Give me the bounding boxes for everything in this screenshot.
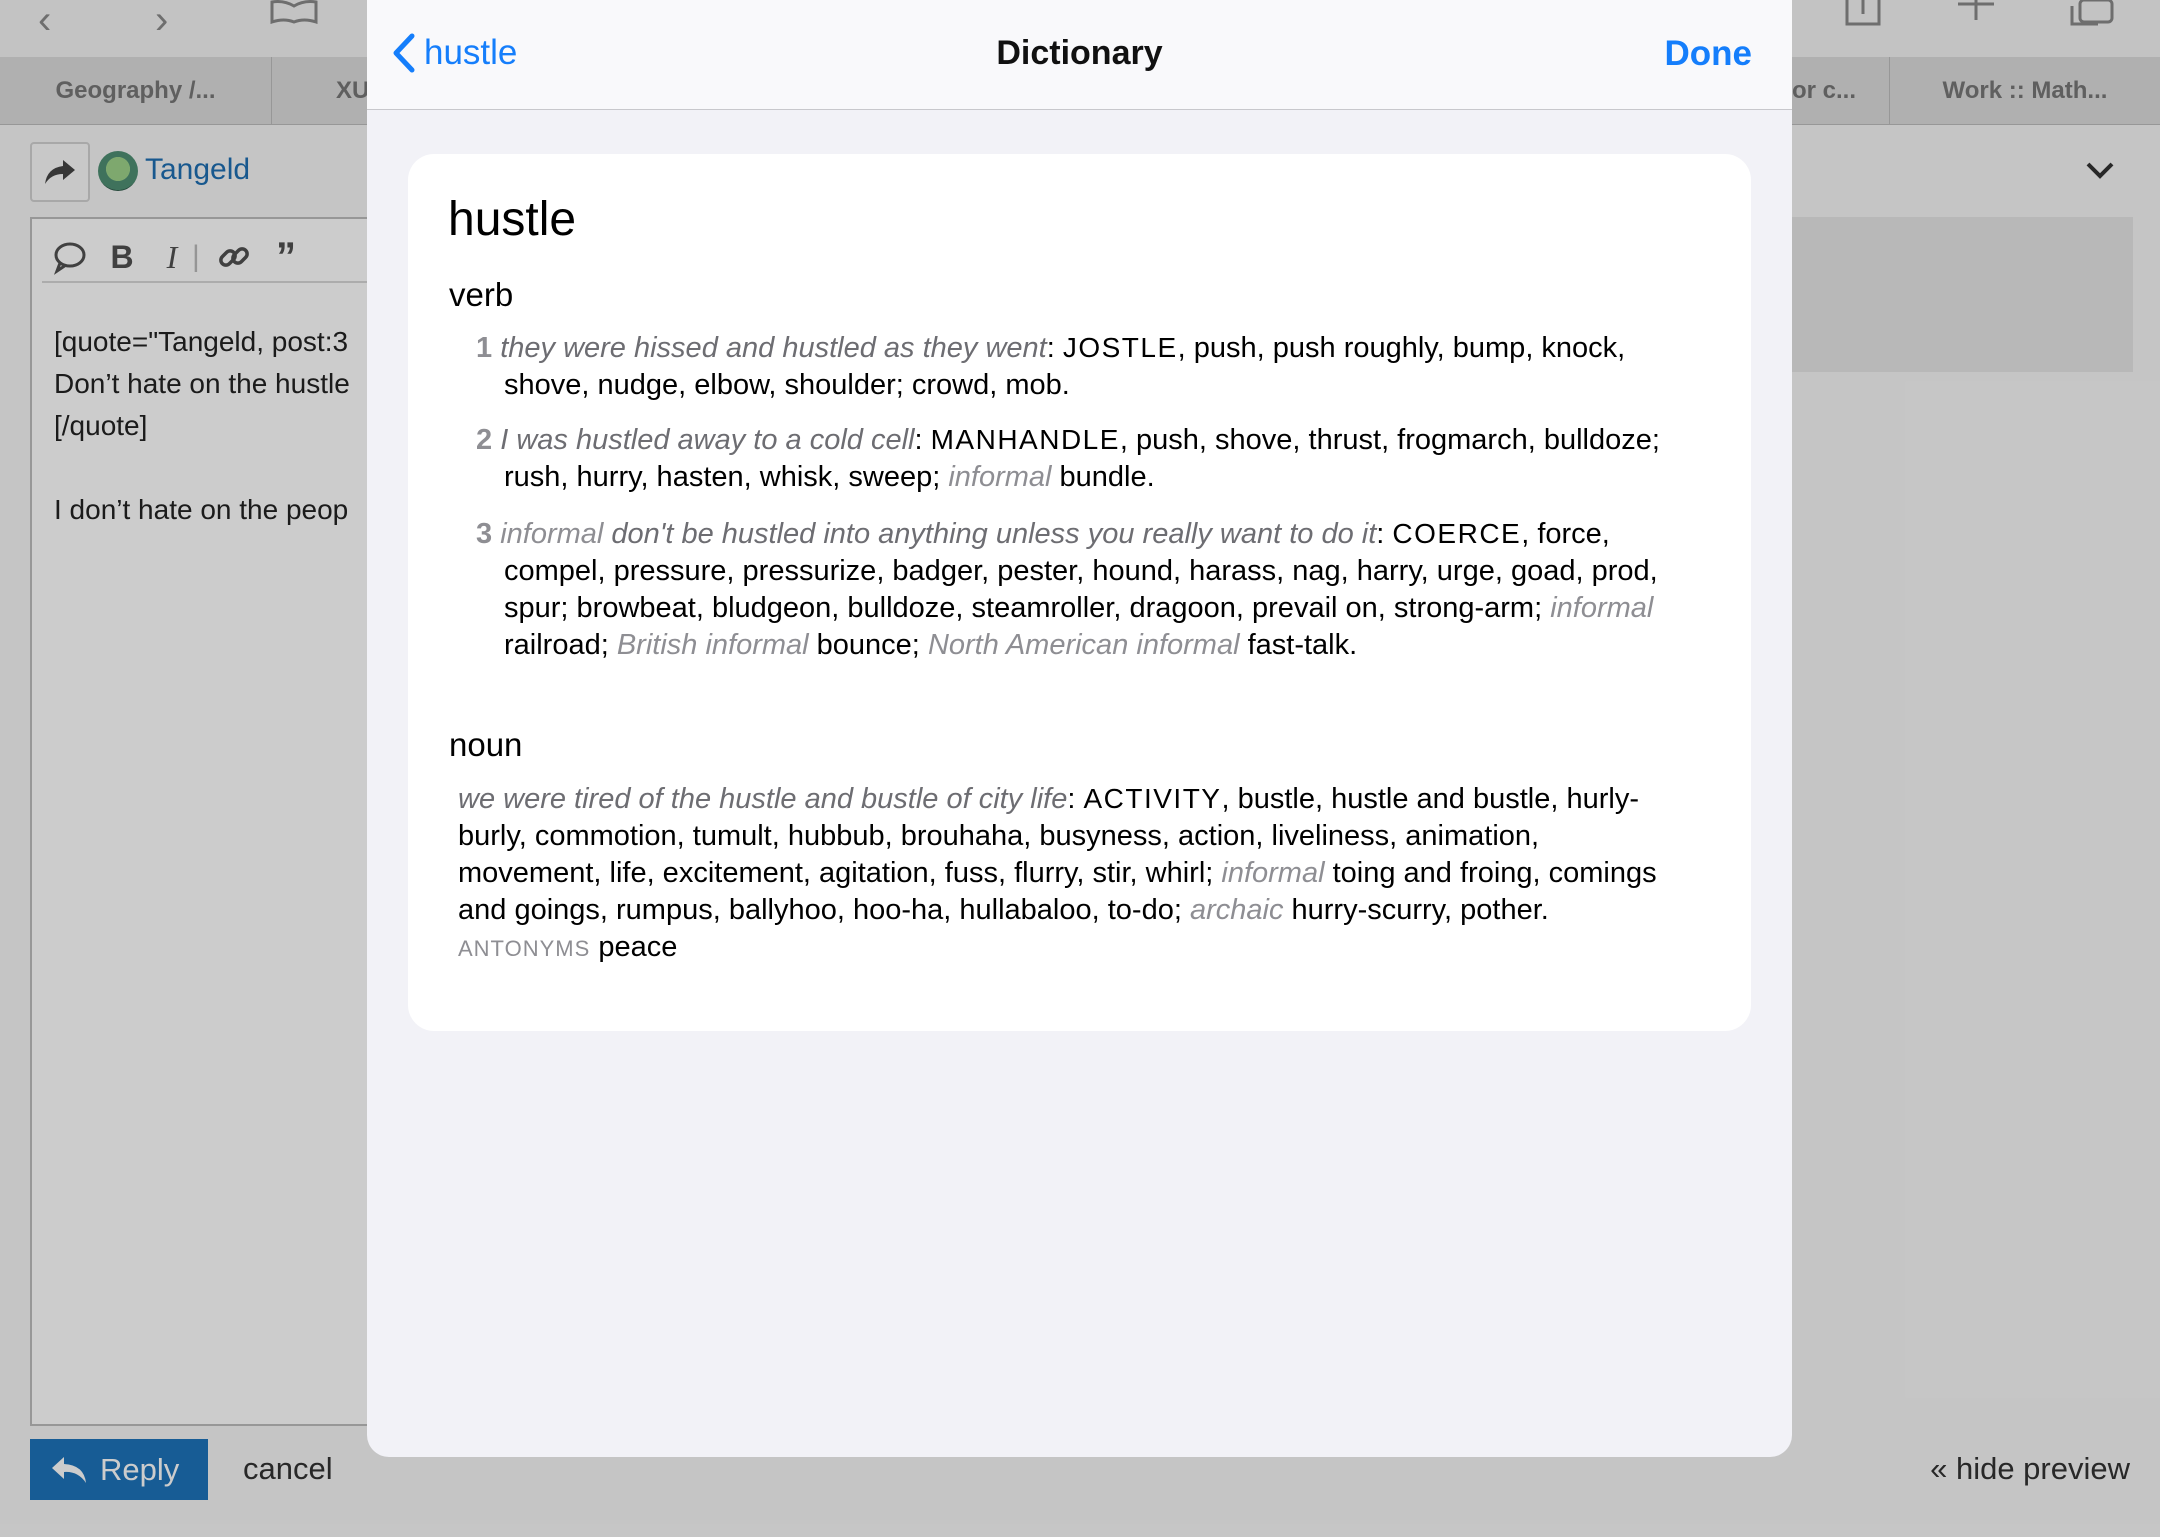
synonyms-text: movement, life, excitement, agitation, f… bbox=[458, 857, 1222, 889]
synonyms-text: , push, shove, thrust, frogmarch, bulldo… bbox=[1119, 424, 1660, 456]
part-of-speech-noun: noun bbox=[449, 726, 523, 763]
core-synonym: ACTIVITY bbox=[1083, 783, 1222, 814]
core-synonym: MANHANDLE bbox=[930, 424, 1120, 455]
usage-example: don't be hustled into anything unless yo… bbox=[611, 518, 1377, 550]
verb-sense-2: 2 I was hustled away to a cold cell: MAN… bbox=[476, 424, 1660, 493]
sense-number: 3 bbox=[476, 518, 493, 550]
usage-example: they were hissed and hustled as they wen… bbox=[500, 332, 1047, 364]
verb-sense-3: 3 informal don't be hustled into anythin… bbox=[476, 518, 1658, 661]
synonyms-text: , bustle, hustle and bustle, hurly- bbox=[1221, 783, 1639, 815]
synonyms-text: bounce; bbox=[808, 629, 928, 661]
page-title: Dictionary bbox=[996, 34, 1163, 72]
register-label: informal bbox=[1221, 857, 1325, 889]
synonyms-text: hurry-scurry, pother. bbox=[1283, 894, 1549, 926]
synonyms-text: toing and froing, comings bbox=[1324, 857, 1657, 889]
synonyms-text: burly, commotion, tumult, hubbub, brouha… bbox=[458, 820, 1540, 852]
synonyms-text: railroad; bbox=[504, 629, 617, 661]
verb-sense-1: 1 they were hissed and hustled as they w… bbox=[476, 329, 1625, 404]
register-label: informal bbox=[500, 518, 604, 550]
register-label: British informal bbox=[616, 629, 809, 661]
done-button[interactable]: Done bbox=[1665, 34, 1753, 74]
antonyms-label: ANTONYMS bbox=[458, 936, 591, 961]
synonyms-text: bundle. bbox=[1051, 461, 1155, 493]
synonyms-text: rush, hurry, hasten, whisk, sweep; bbox=[504, 461, 949, 493]
core-synonym: COERCE bbox=[1392, 518, 1522, 549]
register-label: informal bbox=[1550, 592, 1654, 624]
synonyms-text: fast-talk. bbox=[1239, 629, 1358, 661]
headword: hustle bbox=[448, 193, 577, 246]
register-label: North American informal bbox=[927, 629, 1240, 661]
synonyms-text: spur; browbeat, bludgeon, bulldoze, stea… bbox=[504, 592, 1551, 624]
synonyms-text: , push, push roughly, bump, knock, bbox=[1177, 332, 1626, 364]
antonyms-row: ANTONYMS peace bbox=[458, 929, 1657, 967]
dictionary-nav-bar: hustle Dictionary Done bbox=[367, 0, 1792, 110]
usage-example: we were tired of the hustle and bustle o… bbox=[458, 783, 1068, 815]
noun-sense: we were tired of the hustle and bustle o… bbox=[458, 780, 1657, 967]
register-label: informal bbox=[948, 461, 1052, 493]
dictionary-sheet: hustle Dictionary Done hustle verb 1 the… bbox=[367, 0, 1792, 1457]
sense-number: 2 bbox=[476, 424, 493, 456]
synonyms-text: , force, bbox=[1521, 518, 1610, 550]
antonyms-text: peace bbox=[598, 931, 678, 963]
synonyms-text: and goings, rumpus, ballyhoo, hoo-ha, hu… bbox=[458, 894, 1190, 926]
sense-number: 1 bbox=[476, 332, 493, 364]
definition-card: hustle verb 1 they were hissed and hustl… bbox=[408, 154, 1751, 1031]
part-of-speech-verb: verb bbox=[449, 276, 514, 313]
register-label: archaic bbox=[1189, 894, 1284, 926]
synonyms-text: compel, pressure, pressurize, badger, pe… bbox=[504, 555, 1658, 587]
synonyms-text: shove, nudge, elbow, shoulder; crowd, mo… bbox=[504, 369, 1070, 401]
usage-example: I was hustled away to a cold cell bbox=[500, 424, 915, 456]
core-synonym: JOSTLE bbox=[1062, 332, 1178, 363]
